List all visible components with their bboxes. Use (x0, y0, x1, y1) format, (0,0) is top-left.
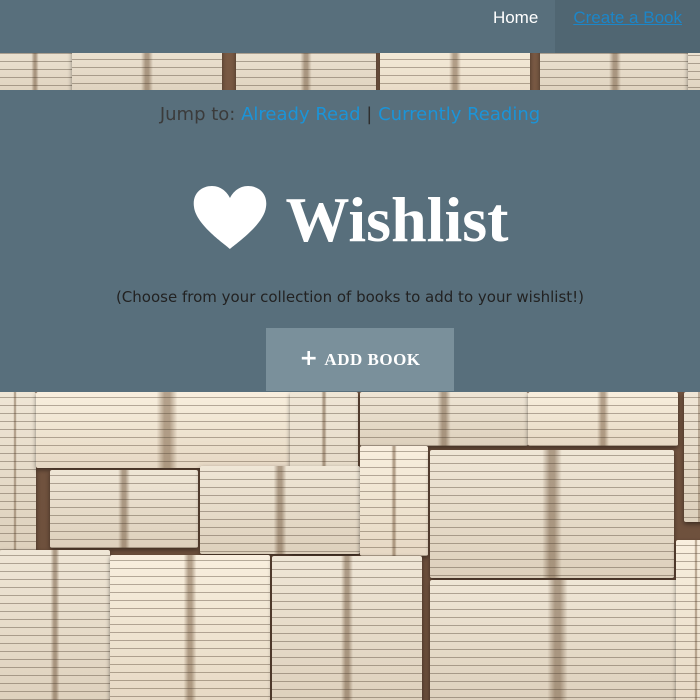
jump-to-label: Jump to: (159, 104, 236, 125)
heart-icon (192, 185, 268, 251)
wishlist-panel: Jump to: Already Read | Currently Readin… (0, 90, 700, 392)
already-read-link[interactable]: Already Read (241, 104, 360, 125)
plus-icon: + (299, 345, 319, 371)
jump-to-nav: Jump to: Already Read | Currently Readin… (0, 104, 700, 125)
add-book-button[interactable]: + ADD BOOK (266, 328, 454, 391)
page-subtitle: (Choose from your collection of books to… (115, 288, 585, 306)
title-row: Wishlist (0, 182, 700, 254)
link-separator: | (366, 104, 373, 125)
page-title: Wishlist (285, 184, 509, 255)
nav-create-book-link[interactable]: Create a Book (555, 0, 700, 53)
nav-home-link[interactable]: Home (476, 0, 555, 53)
top-navbar: Home Create a Book (0, 0, 700, 53)
nav-links: Home Create a Book (476, 0, 700, 53)
add-book-label: ADD BOOK (324, 349, 421, 369)
currently-reading-link[interactable]: Currently Reading (378, 104, 540, 125)
